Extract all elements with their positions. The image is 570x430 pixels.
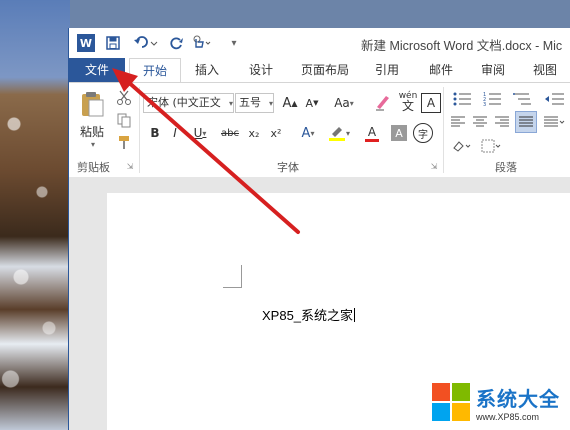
wallpaper-snow-texture xyxy=(0,90,70,430)
distributed-icon[interactable] xyxy=(539,113,569,131)
word-app-icon[interactable]: W xyxy=(77,34,95,52)
paste-chevron-down-icon[interactable]: ▾ xyxy=(88,139,98,149)
numbering-icon[interactable]: 123 xyxy=(479,89,507,109)
ribbon-home: 粘贴 ▾ 剪贴板 ⇲ 宋体 (中文正文 ▾ 五号 ▾ A ▲ A ▼ Aa ▾ wén… xyxy=(69,82,570,178)
tab-home[interactable]: 开始 xyxy=(129,58,181,83)
align-right-icon[interactable] xyxy=(493,113,511,131)
copy-icon[interactable] xyxy=(115,111,133,129)
clipboard-group-label: 剪贴板 xyxy=(77,161,110,174)
tab-review[interactable]: 审阅 xyxy=(471,58,515,82)
font-group-label: 字体 xyxy=(277,161,299,174)
document-text: XP85_系统之家 xyxy=(262,308,354,323)
enclose-characters-button[interactable]: 字 xyxy=(413,123,433,143)
ribbon-tabs: 文件 开始 插入 设计 页面布局 引用 邮件 审阅 视图 xyxy=(69,58,570,83)
site-watermark: 系统大全 www.XP85.com xyxy=(432,381,570,430)
paragraph-group-label: 段落 xyxy=(495,161,517,174)
bold-button[interactable]: B xyxy=(147,123,163,143)
decrease-indent-icon[interactable] xyxy=(539,89,569,109)
tab-insert[interactable]: 插入 xyxy=(185,58,229,82)
superscript-button[interactable]: x² xyxy=(267,123,285,143)
text-cursor xyxy=(354,308,356,322)
multilevel-list-icon[interactable] xyxy=(509,89,537,109)
customize-toolbar-chevron-down-icon[interactable]: ▾ xyxy=(229,34,239,52)
svg-text:3: 3 xyxy=(483,102,486,107)
tab-design[interactable]: 设计 xyxy=(239,58,283,82)
strikethrough-button[interactable]: abc xyxy=(219,123,241,143)
font-name-chevron-down-icon[interactable]: ▾ xyxy=(227,95,235,111)
justify-icon[interactable] xyxy=(515,111,537,133)
font-name-value: 宋体 (中文正文 xyxy=(147,96,221,109)
align-left-icon[interactable] xyxy=(449,113,467,131)
tab-file[interactable]: 文件 xyxy=(69,58,125,82)
shrink-font-icon[interactable]: A ▼ xyxy=(303,93,321,113)
underline-button[interactable]: U ▾ xyxy=(187,123,213,143)
format-painter-icon[interactable] xyxy=(115,133,133,151)
font-dialog-launcher-icon[interactable]: ⇲ xyxy=(429,161,439,171)
tab-mailings[interactable]: 邮件 xyxy=(419,58,463,82)
highlight-color-button[interactable]: ▾ xyxy=(325,123,353,143)
tab-references[interactable]: 引用 xyxy=(365,58,409,82)
margin-corner-mark xyxy=(223,265,242,288)
font-name-select[interactable]: 宋体 (中文正文 xyxy=(143,93,234,113)
paste-button[interactable]: 粘贴 xyxy=(77,123,107,139)
clear-formatting-icon[interactable] xyxy=(373,93,393,113)
change-case-button[interactable]: Aa ▾ xyxy=(331,93,357,113)
borders-icon[interactable] xyxy=(479,137,505,155)
bullets-icon[interactable] xyxy=(449,89,477,109)
phonetic-guide-button[interactable]: wén 文 xyxy=(397,89,419,113)
windows-logo-icon xyxy=(432,383,472,423)
character-shading-button[interactable]: A xyxy=(391,125,407,141)
redo-icon[interactable] xyxy=(169,34,185,52)
paste-icon[interactable] xyxy=(79,89,105,121)
window-title: 新建 Microsoft Word 文档.docx - Mic xyxy=(361,39,563,53)
shading-icon[interactable] xyxy=(449,137,475,155)
grow-font-icon[interactable]: A ▲ xyxy=(281,93,299,113)
watermark-url: www.XP85.com xyxy=(476,412,540,422)
subscript-button[interactable]: x₂ xyxy=(245,123,263,143)
watermark-brand: 系统大全 xyxy=(476,387,560,411)
touch-mode-icon[interactable] xyxy=(191,34,211,52)
cut-icon[interactable] xyxy=(115,89,133,107)
save-icon[interactable] xyxy=(105,34,121,52)
italic-button[interactable]: I xyxy=(167,123,183,143)
word-window: W ▾ 新建 Microsoft Word 文档.docx - Mic 文件 开… xyxy=(68,28,570,430)
document-text-line[interactable]: XP85_系统之家 xyxy=(262,305,356,324)
tab-page-layout[interactable]: 页面布局 xyxy=(293,58,357,82)
group-divider xyxy=(139,87,140,173)
font-size-chevron-down-icon[interactable]: ▾ xyxy=(267,95,275,111)
undo-icon[interactable] xyxy=(133,34,159,52)
character-border-button[interactable]: A xyxy=(421,93,441,113)
clipboard-dialog-launcher-icon[interactable]: ⇲ xyxy=(125,161,135,171)
font-color-button[interactable]: A xyxy=(359,123,385,143)
tab-view[interactable]: 视图 xyxy=(523,58,567,82)
text-effects-button[interactable]: A ▾ xyxy=(295,123,321,143)
font-size-value: 五号 xyxy=(239,96,261,109)
align-center-icon[interactable] xyxy=(471,113,489,131)
group-divider xyxy=(443,87,444,173)
title-bar: W ▾ 新建 Microsoft Word 文档.docx - Mic xyxy=(69,28,570,58)
